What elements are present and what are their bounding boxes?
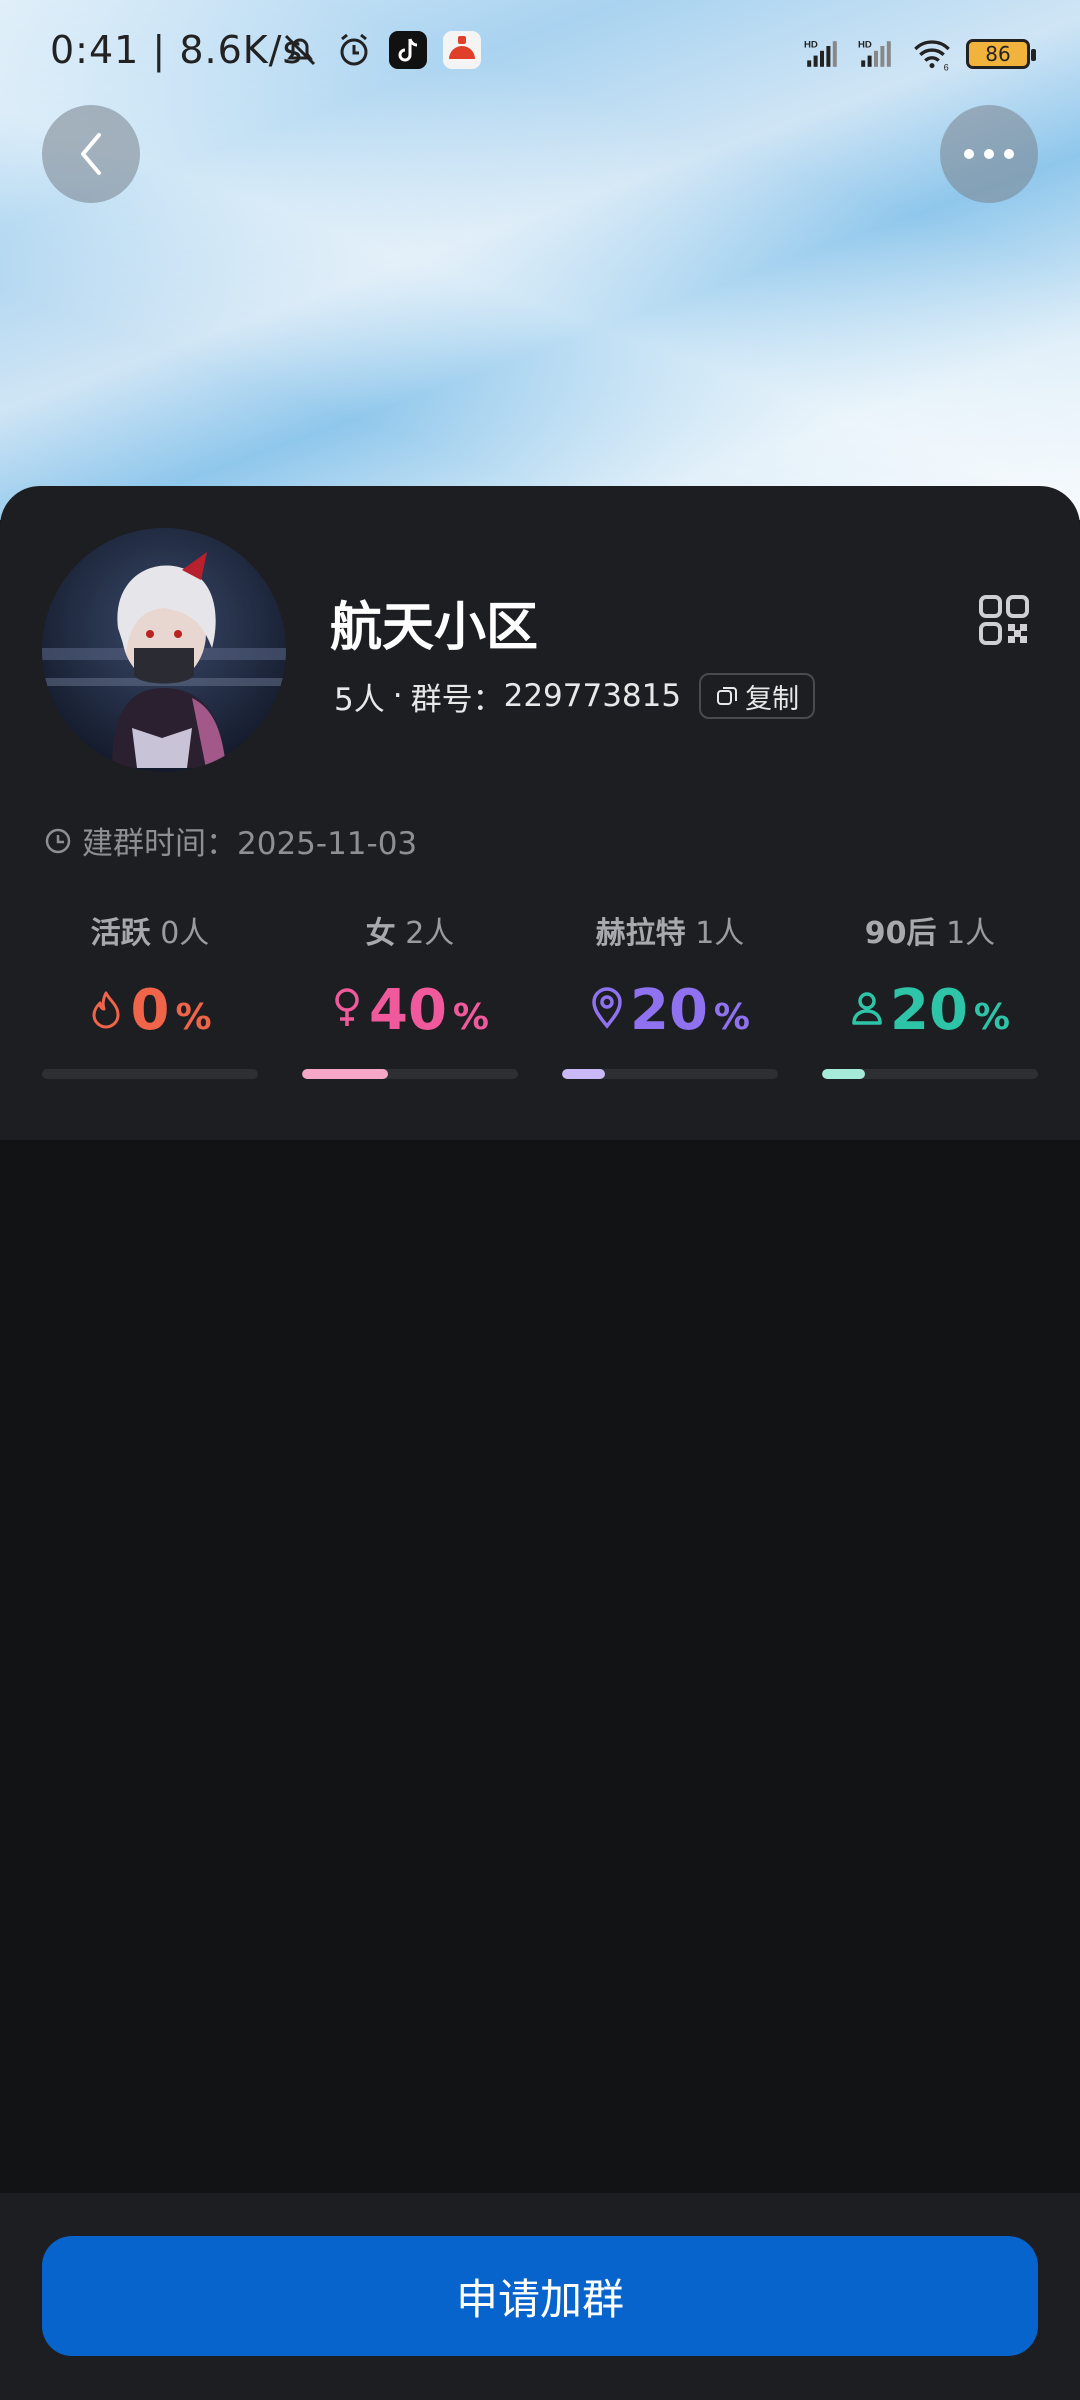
stat-number: 20	[629, 978, 708, 1043]
status-time: 0:41 | 8.6K/s	[50, 28, 304, 72]
group-avatar[interactable]	[42, 528, 286, 772]
clock-text: 0:41	[50, 28, 140, 72]
group-name: 航天小区	[330, 598, 539, 658]
battery-level: 86	[985, 42, 1011, 66]
stat-title: 90后	[864, 916, 937, 951]
qr-code-icon	[979, 595, 1029, 645]
group-id: 229773815	[503, 678, 682, 714]
stat-bar	[822, 1069, 1038, 1079]
stat-count: 2人	[405, 916, 455, 951]
created-date: 2025-11-03	[237, 826, 418, 862]
svg-text:6: 6	[944, 63, 949, 73]
clock-icon	[45, 828, 71, 853]
stat-bar	[302, 1069, 518, 1079]
stat-unit: %	[713, 997, 750, 1038]
stat-number: 20	[889, 978, 968, 1043]
stat-number: 40	[368, 978, 447, 1043]
stat-title: 女	[365, 916, 396, 951]
wifi-icon: 6	[912, 34, 952, 74]
status-bar: 0:41 | 8.6K/s HD HD 6 86	[0, 0, 1080, 108]
stat-count: 0人	[160, 916, 210, 951]
alarm-icon	[334, 30, 374, 70]
female-icon	[335, 988, 359, 1026]
svg-text:HD: HD	[804, 40, 818, 51]
stat-value: 20%	[562, 978, 778, 1043]
created-label: 建群时间：	[82, 826, 237, 862]
stat-age: 90后 1人 20%	[822, 908, 1038, 1079]
stat-value: 20%	[822, 978, 1038, 1043]
copy-icon	[717, 687, 738, 705]
stat-active: 活跃 0人 0%	[42, 908, 258, 1079]
stat-unit: %	[452, 997, 489, 1038]
fire-icon	[92, 991, 120, 1029]
more-button[interactable]	[940, 105, 1038, 203]
signal-hd-icon: HD	[804, 34, 844, 74]
group-meta: 5人 · 群号： 229773815 复制	[334, 673, 816, 719]
member-count: 5人	[334, 681, 385, 718]
stat-unit: %	[175, 997, 212, 1038]
signal-hd-2-icon: HD	[858, 34, 898, 74]
stat-bar-fill	[822, 1069, 866, 1079]
tiktok-app-icon	[388, 30, 428, 70]
more-dots-icon	[964, 149, 1014, 159]
stat-bar-fill	[562, 1069, 606, 1079]
svg-text:HD: HD	[858, 40, 872, 51]
battery-indicator: 86	[966, 39, 1036, 69]
qr-code-button[interactable]	[978, 594, 1030, 646]
back-button[interactable]	[42, 105, 140, 203]
stat-bar	[42, 1069, 258, 1079]
copy-label: 复制	[745, 683, 800, 715]
stat-unit: %	[973, 997, 1010, 1038]
stat-bar	[562, 1069, 778, 1079]
stat-value: 0%	[42, 978, 258, 1043]
stat-title: 活跃	[90, 916, 151, 951]
stat-number: 0	[130, 978, 170, 1043]
created-time: 建群时间：2025-11-03	[44, 818, 417, 863]
meta-separator: ·	[392, 678, 403, 714]
apply-join-button[interactable]: 申请加群	[42, 2236, 1038, 2356]
group-stats: 活跃 0人 0% 女 2人 40% 赫拉特 1人 20% 90后 1人 20%	[42, 908, 1038, 1088]
stat-title: 赫拉特	[595, 916, 686, 951]
app-notification-icon	[442, 30, 482, 70]
stat-value: 40%	[302, 978, 518, 1043]
group-id-label: 群号：	[410, 681, 504, 718]
stat-location: 赫拉特 1人 20%	[562, 908, 778, 1079]
stat-female: 女 2人 40%	[302, 908, 518, 1079]
stat-count: 1人	[695, 916, 745, 951]
person-icon	[852, 992, 882, 1025]
chevron-left-icon	[81, 133, 101, 175]
location-pin-icon	[592, 987, 622, 1029]
copy-id-button[interactable]: 复制	[699, 673, 816, 719]
stat-count: 1人	[946, 916, 996, 951]
mute-bell-icon	[280, 30, 320, 70]
stat-bar-fill	[302, 1069, 389, 1079]
